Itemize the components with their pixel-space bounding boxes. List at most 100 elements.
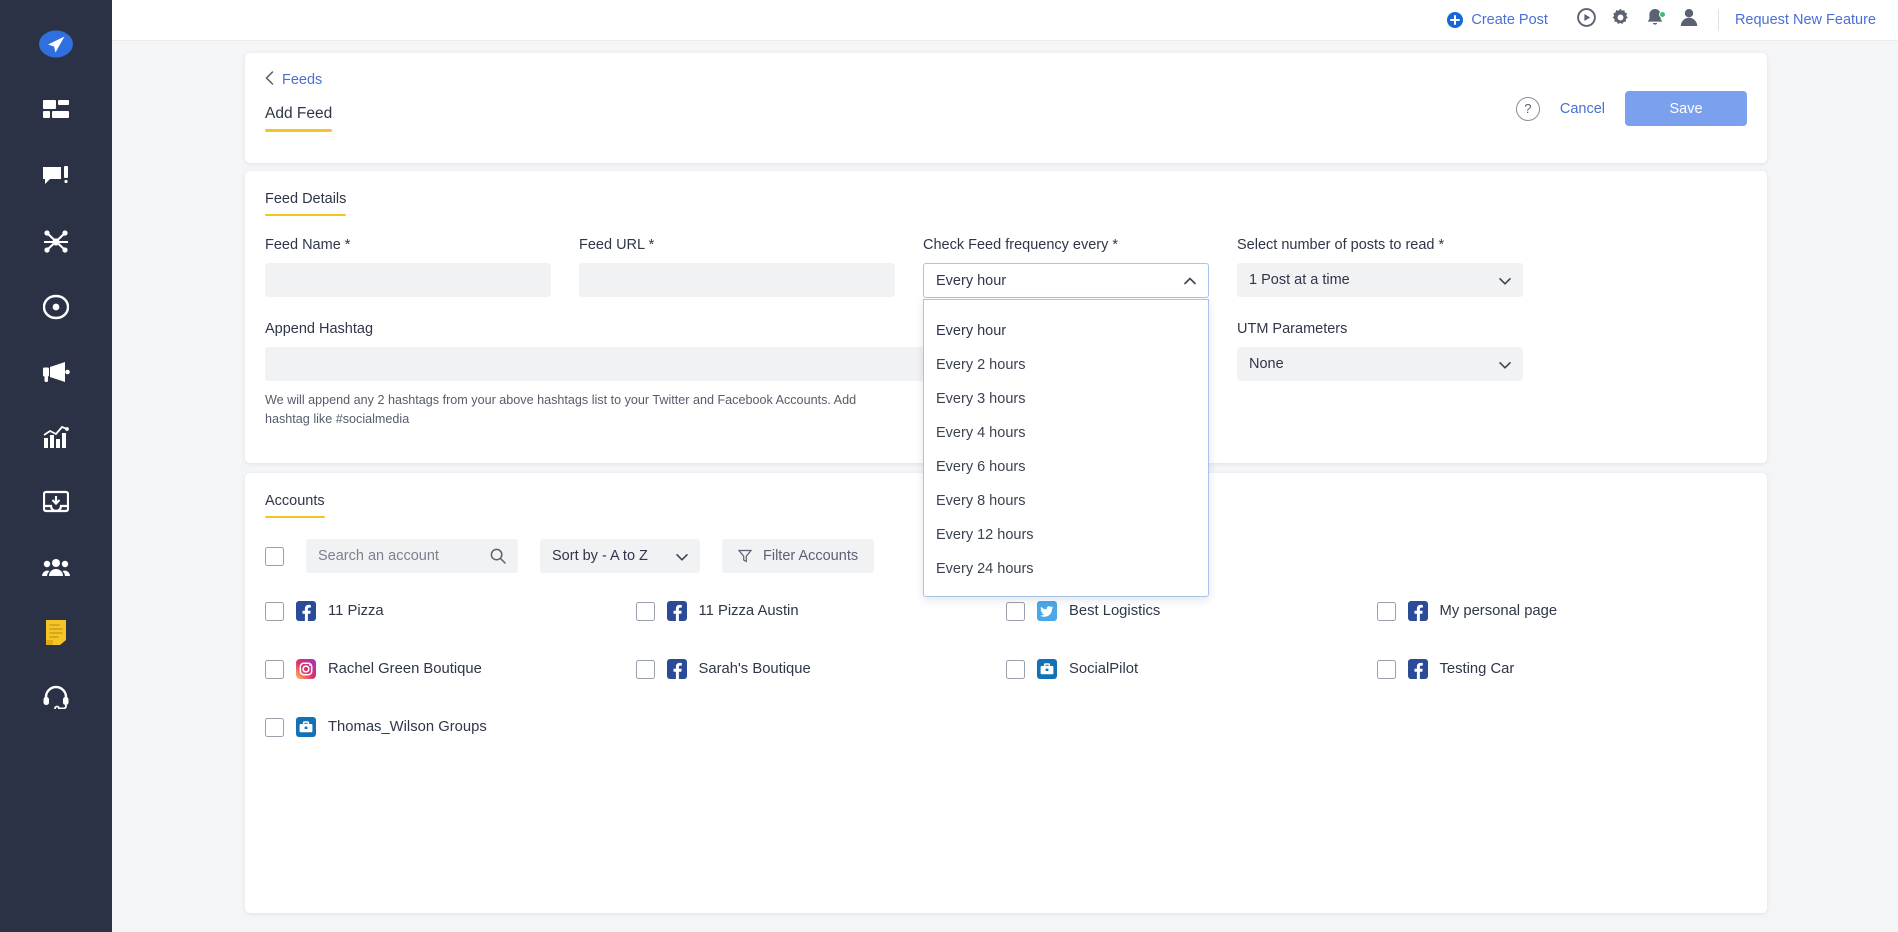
frequency-option[interactable]: Every hour [924, 314, 1208, 348]
filter-accounts-button[interactable]: Filter Accounts [722, 539, 875, 573]
facebook-icon [1407, 659, 1428, 679]
frequency-option[interactable]: Every 2 hours [924, 348, 1208, 382]
compose-post-icon [43, 165, 69, 189]
create-post-button[interactable]: Create Post [1447, 12, 1548, 28]
list-item[interactable]: Sarah's Boutique [635, 659, 1007, 679]
list-item[interactable]: Testing Car [1376, 659, 1748, 679]
sidebar-item-campaigns[interactable] [28, 352, 84, 392]
sidebar-item-dashboard[interactable] [28, 92, 84, 132]
request-new-feature-link[interactable]: Request New Feature [1735, 12, 1876, 28]
append-hashtag-hint: We will append any 2 hashtags from your … [265, 393, 857, 426]
feed-name-label: Feed Name * [265, 237, 551, 253]
accounts-list: 11 Pizza 11 Pizza Austin Best Logistics [265, 601, 1747, 737]
feeds-document-icon [44, 619, 68, 645]
utm-value: None [1249, 356, 1284, 372]
list-item[interactable]: Thomas_Wilson Groups [265, 717, 636, 737]
field-check-frequency: Check Feed frequency every * Every hour … [923, 237, 1209, 597]
search-input[interactable] [318, 548, 483, 564]
linkedin-page-icon [296, 717, 316, 737]
toolbar-divider [1717, 9, 1719, 31]
required-marker: * [1112, 237, 1119, 253]
feed-name-label-text: Feed Name [265, 237, 341, 253]
account-checkbox[interactable] [635, 601, 655, 621]
feed-details-form: Feed Name * Feed URL * Check Feed freque… [265, 237, 1747, 597]
feed-url-input[interactable] [579, 263, 895, 297]
account-name: Sarah's Boutique [698, 661, 811, 677]
analytics-bar-chart-icon [43, 425, 69, 449]
sidebar-item-feeds[interactable] [28, 612, 84, 652]
frequency-option[interactable]: Every 4 hours [924, 416, 1208, 450]
sidebar-item-compose[interactable] [28, 157, 84, 197]
sort-by-select[interactable]: Sort by - A to Z [540, 539, 700, 573]
sidebar [0, 0, 112, 932]
profile-button[interactable] [1672, 3, 1706, 37]
list-item[interactable]: Best Logistics [1006, 601, 1377, 621]
notification-badge [1658, 11, 1666, 18]
app-logo[interactable] [34, 22, 78, 66]
settings-button[interactable] [1604, 3, 1638, 37]
required-marker: * [344, 237, 351, 253]
account-name: Thomas_Wilson Groups [328, 719, 487, 735]
frequency-selected-value: Every hour [936, 272, 1007, 289]
facebook-icon [296, 601, 316, 621]
account-checkbox[interactable] [265, 717, 284, 737]
frequency-options-menu[interactable]: Every hour Every 2 hours Every 3 hours E… [923, 299, 1209, 597]
tab-accounts[interactable]: Accounts [265, 493, 325, 518]
account-name: Rachel Green Boutique [328, 661, 482, 677]
question-mark-icon[interactable]: ? [1515, 96, 1540, 121]
breadcrumb[interactable]: Feeds [265, 71, 322, 89]
frequency-label-text: Check Feed frequency every [923, 237, 1109, 253]
search-account-box[interactable] [306, 539, 518, 573]
frequency-label: Check Feed frequency every * [923, 237, 1209, 253]
sidebar-item-discovery[interactable] [28, 287, 84, 327]
play-video-button[interactable] [1570, 3, 1604, 37]
utm-select[interactable]: None [1237, 347, 1523, 381]
tab-feed-details[interactable]: Feed Details [265, 191, 347, 216]
account-name: Best Logistics [1069, 603, 1161, 619]
megaphone-icon [42, 361, 70, 383]
page-title: Add Feed [265, 105, 333, 132]
headset-support-icon [43, 685, 69, 709]
account-checkbox[interactable] [265, 601, 284, 621]
required-marker: * [1438, 237, 1445, 253]
frequency-option[interactable]: Every 12 hours [924, 518, 1208, 552]
account-checkbox[interactable] [265, 659, 284, 679]
account-checkbox[interactable] [1376, 659, 1396, 679]
sidebar-item-team[interactable] [28, 547, 84, 587]
list-item[interactable]: Rachel Green Boutique [265, 659, 636, 679]
team-people-icon [42, 557, 70, 577]
feed-name-input[interactable] [265, 263, 551, 297]
instagram-icon [296, 659, 316, 679]
notifications-button[interactable] [1638, 3, 1672, 37]
frequency-option[interactable]: Every 3 hours [924, 382, 1208, 416]
list-item[interactable]: SocialPilot [1006, 659, 1377, 679]
list-item[interactable]: 11 Pizza Austin [635, 601, 1007, 621]
account-checkbox[interactable] [1006, 601, 1025, 621]
save-button[interactable]: Save [1625, 91, 1747, 126]
account-checkbox[interactable] [1006, 659, 1025, 679]
frequency-option[interactable]: Every 24 hours [924, 552, 1208, 586]
sidebar-item-analytics[interactable] [28, 417, 84, 457]
user-profile-icon [1680, 8, 1698, 32]
field-feed-url: Feed URL * [579, 237, 895, 298]
list-item[interactable]: My personal page [1376, 601, 1748, 621]
frequency-option[interactable]: Every 8 hours [924, 484, 1208, 518]
select-all-checkbox[interactable] [265, 546, 284, 566]
sidebar-item-support[interactable] [28, 677, 84, 717]
required-marker: * [648, 237, 655, 253]
frequency-option[interactable]: Every 6 hours [924, 450, 1208, 484]
filter-accounts-label: Filter Accounts [763, 548, 859, 564]
account-checkbox[interactable] [635, 659, 655, 679]
breadcrumb-feeds-link[interactable]: Feeds [282, 72, 322, 88]
account-checkbox[interactable] [1376, 601, 1396, 621]
posts-to-read-select[interactable]: 1 Post at a time [1237, 263, 1523, 297]
chevron-down-icon [1498, 358, 1511, 371]
cancel-button[interactable]: Cancel [1560, 101, 1605, 117]
list-item[interactable]: 11 Pizza [265, 601, 636, 621]
dashboard-icon [43, 100, 69, 124]
frequency-select[interactable]: Every hour [923, 263, 1209, 298]
inbox-download-icon [43, 490, 69, 514]
sidebar-item-inbox[interactable] [28, 482, 84, 522]
sidebar-item-network[interactable] [28, 222, 84, 262]
search-icon [490, 548, 506, 564]
